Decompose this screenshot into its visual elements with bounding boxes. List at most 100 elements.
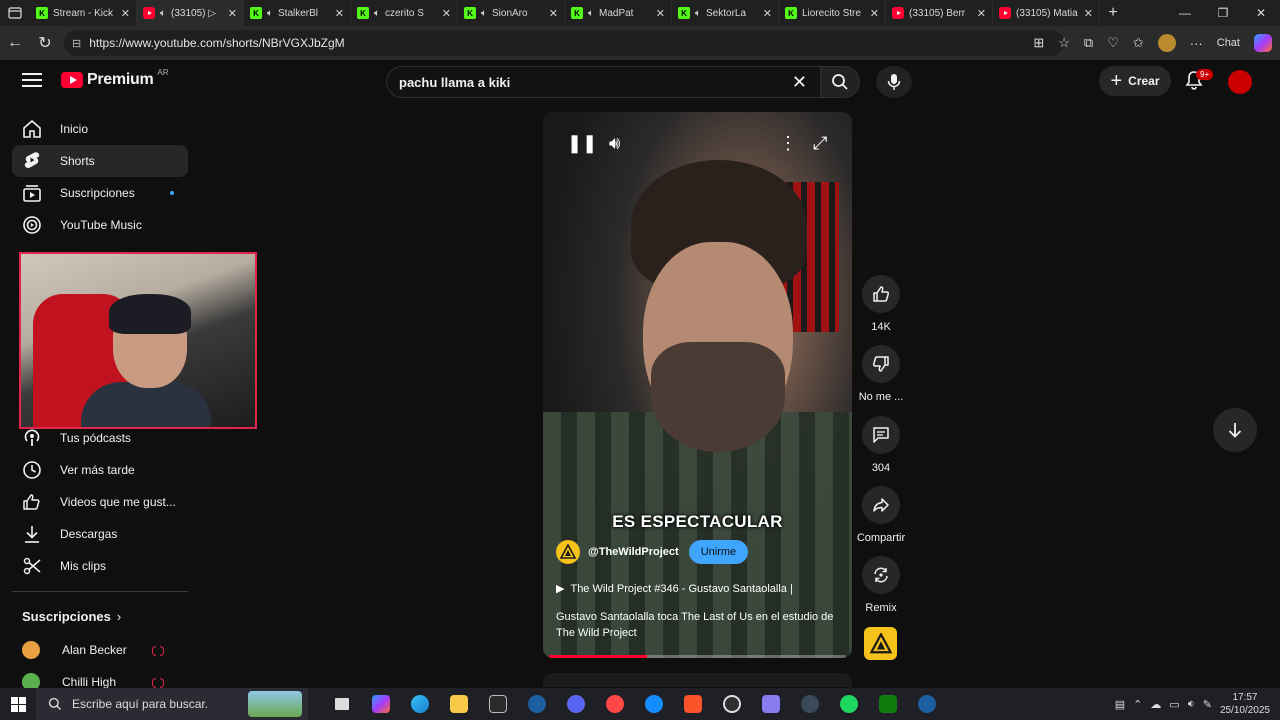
back-icon[interactable]: ← [0,34,30,52]
copilot-app-icon[interactable] [361,688,400,720]
youtube-logo[interactable]: Premium AR [61,68,169,89]
edge-icon[interactable] [400,688,439,720]
close-tab-icon[interactable]: ✕ [656,7,665,20]
sidebar-item-tus-pódcasts[interactable]: Tus pódcasts [12,422,188,454]
close-tab-icon[interactable]: ✕ [1084,7,1093,20]
sidebar-item-ver-más-tarde[interactable]: Ver más tarde [12,454,188,486]
subscription-item[interactable]: Alan Becker [22,641,127,659]
tab-audio-icon[interactable]: 🔈︎ [695,8,701,19]
browser-tab[interactable]: K 🔈︎ SektorLa ✕ [672,0,779,26]
video-title-link[interactable]: ▶ The Wild Project #346 - Gustavo Santao… [556,582,793,596]
close-tab-icon[interactable]: ✕ [335,7,344,20]
browser-tab[interactable]: 🔈︎ (33105) ▷ ✕ [137,0,244,26]
favorites-icon[interactable]: ✩ [1133,35,1144,51]
browser-tab[interactable]: K Liorecito Stre ✕ [779,0,886,26]
site-info-icon[interactable]: ⊟ [72,37,81,50]
davinci-icon[interactable] [790,688,829,720]
network-icon[interactable]: ▭ [1169,698,1179,711]
tab-actions-icon[interactable] [0,0,30,26]
spotify-icon[interactable] [829,688,868,720]
taskbar-search[interactable]: Escribe aquí para buscar. [36,688,308,720]
obs-icon[interactable] [712,688,751,720]
clock[interactable]: 17:57 25/10/2025 [1220,691,1270,717]
browser-tab[interactable]: (33105) Matia ✕ [993,0,1100,26]
channel-avatar[interactable] [556,540,580,564]
news-widget-icon[interactable]: ▤ [1115,698,1125,711]
clear-search-icon[interactable]: ✕ [792,72,807,93]
speaker-icon[interactable]: 🔉︎ [1188,698,1195,711]
account-avatar[interactable] [1228,70,1252,94]
refresh-icon[interactable]: ↻ [30,33,60,53]
more-options-icon[interactable]: ··· [1190,36,1203,51]
search-input[interactable]: pachu llama a kiki ✕ [386,66,822,98]
browser-tab[interactable]: K Stream - Kick ✕ [30,0,137,26]
browser-tab[interactable]: (33105) Berr ✕ [886,0,993,26]
brave-icon[interactable] [673,688,712,720]
tab-audio-icon[interactable]: 🔈︎ [588,8,594,19]
sidebar-item-youtube-music[interactable]: YouTube Music [12,209,188,241]
copilot-icon[interactable] [1254,34,1272,52]
close-tab-icon[interactable]: ✕ [442,7,451,20]
discord-icon[interactable] [556,688,595,720]
ea-app-icon[interactable] [595,688,634,720]
cloud-icon[interactable]: ☁ [1150,698,1161,711]
close-window-icon[interactable]: ✕ [1242,0,1280,26]
extensions-icon[interactable]: ⧉ [1084,35,1093,51]
tray-overflow-icon[interactable]: ⌃ [1133,698,1142,711]
sidebar-item-mis-clips[interactable]: Mis clips [12,550,188,582]
like-button[interactable] [862,275,900,313]
sidebar-item-descargas[interactable]: Descargas [12,518,188,550]
comments-button[interactable] [862,416,900,454]
steam-icon[interactable] [517,688,556,720]
join-button[interactable]: Unirme [688,540,749,564]
close-tab-icon[interactable]: ✕ [870,7,879,20]
close-tab-icon[interactable]: ✕ [977,7,986,20]
close-tab-icon[interactable]: ✕ [549,7,558,20]
app-install-icon[interactable]: ⊞ [1033,35,1044,51]
steam-icon-2[interactable] [907,688,946,720]
close-tab-icon[interactable]: ✕ [228,7,237,20]
create-button[interactable]: + Crear [1099,66,1171,96]
browser-tab[interactable]: K 🔈︎ czerito S ✕ [351,0,458,26]
sidebar-item-shorts[interactable]: Shorts [12,145,188,177]
volume-icon[interactable]: 🔊︎ [609,133,620,154]
sound-source-thumbnail[interactable] [864,627,897,660]
pause-icon[interactable]: ❚❚ [567,133,597,154]
dislike-button[interactable] [862,345,900,383]
fullscreen-icon[interactable]: ⤢ [813,133,827,154]
maximize-icon[interactable]: ❐ [1204,0,1242,26]
sidebar-item-inicio[interactable]: Inicio [12,113,188,145]
share-button[interactable] [862,486,900,524]
channel-name[interactable]: @TheWildProject [588,546,679,558]
sidebar-item-videos-que-me-gust[interactable]: Videos que me gust... [12,486,188,518]
new-tab-button[interactable]: + [1100,4,1126,22]
browser-essentials-icon[interactable]: ♡ [1107,35,1119,51]
remix-button[interactable] [862,556,900,594]
search-button[interactable] [820,66,860,98]
short-video-player[interactable]: ❚❚ 🔊︎ ⋮ ⤢ ES ESPECTACULAR @TheWildProjec… [543,112,852,658]
xbox-icon[interactable] [868,688,907,720]
tab-audio-icon[interactable]: 🔈︎ [374,8,380,19]
profile-avatar[interactable] [1157,34,1176,52]
more-options-icon[interactable]: ⋮ [779,133,797,154]
menu-icon[interactable] [22,73,42,91]
favorite-star-icon[interactable]: ☆ [1058,35,1070,51]
gamepad-icon[interactable] [751,688,790,720]
url-field[interactable]: ⊟ https://www.youtube.com/shorts/NBrVGXJ… [64,30,1064,56]
voice-search-button[interactable] [876,66,912,98]
browser-tab[interactable]: K 🔈︎ StalkerBl ✕ [244,0,351,26]
chat-label[interactable]: Chat [1217,37,1240,49]
browser-tab[interactable]: K 🔈︎ MadPat ✕ [565,0,672,26]
task-view-icon[interactable] [322,688,361,720]
battle-net-icon[interactable] [634,688,673,720]
start-button[interactable] [0,696,36,712]
video-progress-bar[interactable] [549,655,846,658]
tab-audio-icon[interactable]: 🔈︎ [267,8,273,19]
browser-tab[interactable]: K 🔈︎ SionAro ✕ [458,0,565,26]
pen-icon[interactable]: ✎ [1203,698,1212,711]
minimize-icon[interactable]: — [1166,0,1204,26]
subscriptions-heading[interactable]: Suscripciones › [22,609,121,624]
close-tab-icon[interactable]: ✕ [763,7,772,20]
sidebar-item-suscripciones[interactable]: Suscripciones [12,177,188,209]
tab-audio-icon[interactable]: 🔈︎ [160,8,166,19]
